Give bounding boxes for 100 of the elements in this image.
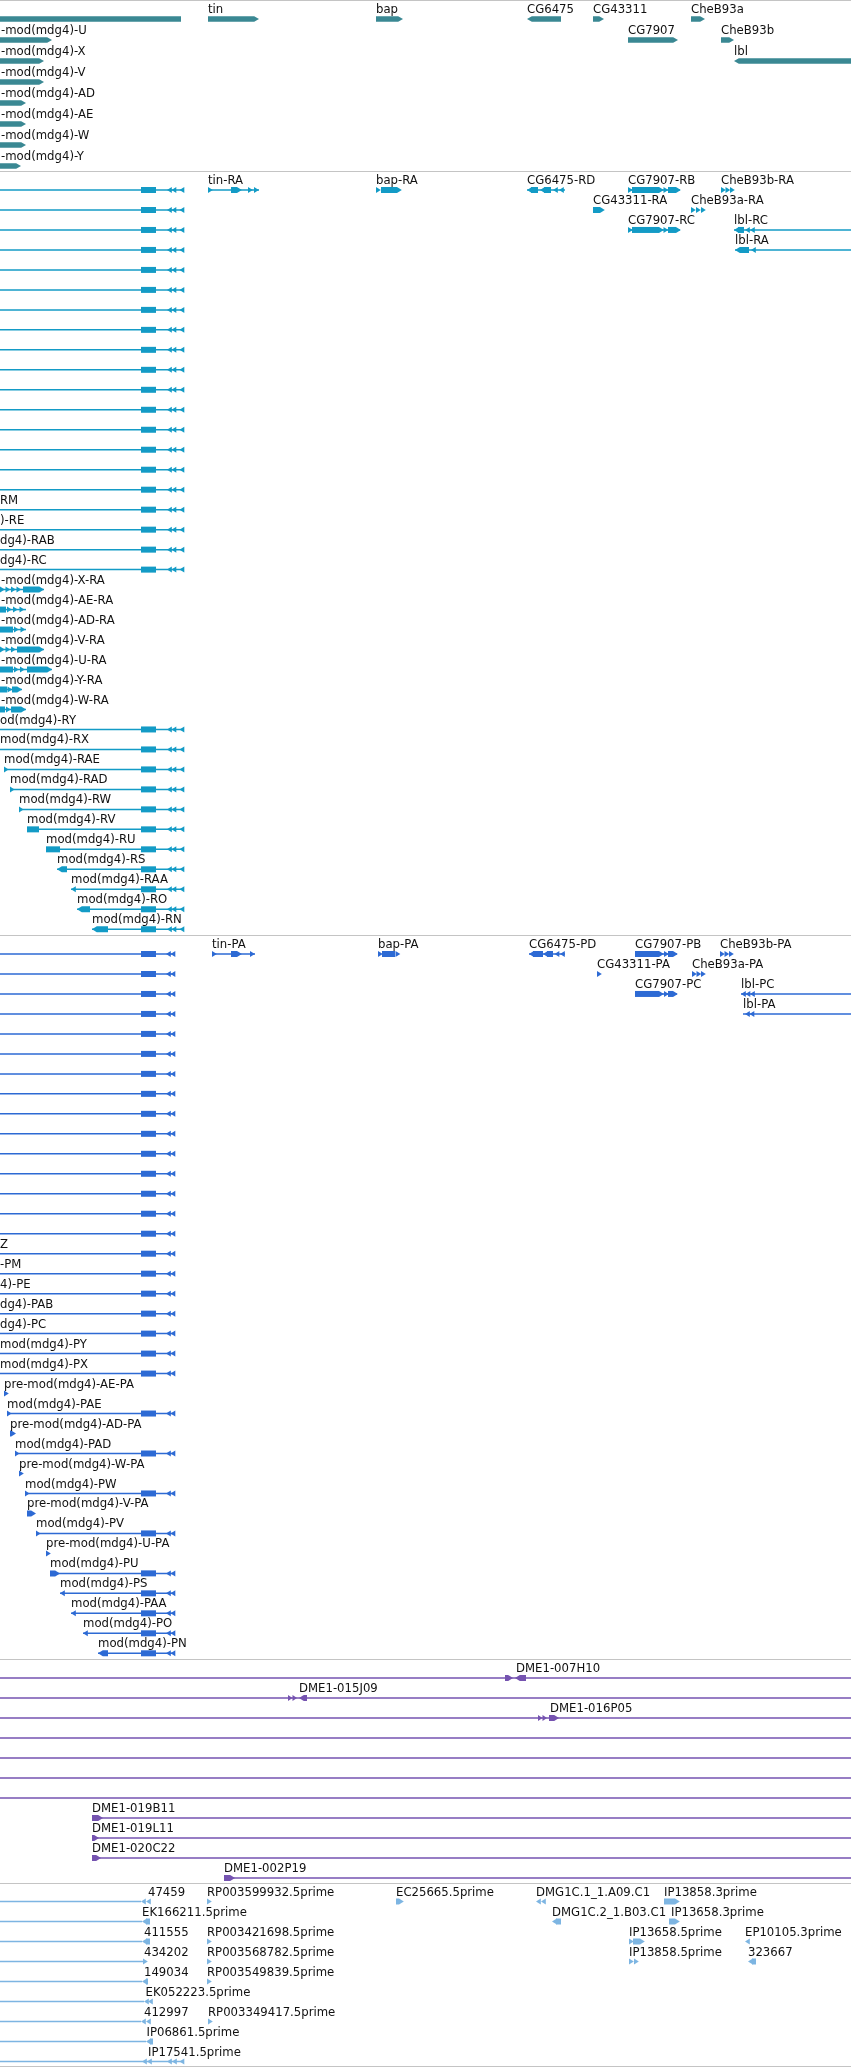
protein-feature[interactable] <box>7 1410 176 1417</box>
clone-feature[interactable] <box>92 1835 851 1841</box>
protein-feature[interactable] <box>60 1590 176 1597</box>
protein-feature[interactable] <box>46 1550 51 1557</box>
protein-feature[interactable] <box>19 1470 24 1477</box>
protein-feature[interactable] <box>743 1010 851 1017</box>
gene-bar[interactable] <box>0 121 26 127</box>
protein-feature[interactable] <box>0 990 176 997</box>
protein-feature[interactable] <box>0 1210 176 1217</box>
gene-bar[interactable] <box>0 79 44 85</box>
protein-feature[interactable] <box>692 971 706 977</box>
protein-feature[interactable] <box>50 1570 176 1577</box>
gene-bar[interactable] <box>0 58 44 64</box>
gene-bar[interactable] <box>376 16 403 22</box>
protein-feature[interactable] <box>0 1170 176 1177</box>
protein-feature[interactable] <box>0 1070 176 1077</box>
protein-feature[interactable] <box>0 1090 176 1097</box>
transcript-feature[interactable] <box>0 226 185 233</box>
transcript-feature[interactable] <box>0 406 185 413</box>
transcript-feature[interactable] <box>0 326 185 333</box>
protein-feature[interactable] <box>0 1030 176 1037</box>
protein-feature[interactable] <box>529 951 565 957</box>
transcript-feature[interactable] <box>0 586 44 593</box>
transcript-feature[interactable] <box>0 466 185 473</box>
protein-feature[interactable] <box>0 1370 176 1377</box>
transcript-feature[interactable] <box>0 546 185 553</box>
est-feature[interactable] <box>664 1898 680 1905</box>
est-feature[interactable] <box>0 1958 148 1965</box>
est-feature[interactable] <box>0 1978 148 1985</box>
est-feature[interactable] <box>0 2018 151 2025</box>
transcript-feature[interactable] <box>0 706 26 713</box>
clone-feature[interactable] <box>0 1695 851 1701</box>
gene-bar[interactable] <box>593 16 604 22</box>
transcript-feature[interactable] <box>735 246 851 253</box>
transcript-feature[interactable] <box>71 886 185 893</box>
transcript-feature[interactable] <box>0 666 52 673</box>
protein-feature[interactable] <box>10 1430 16 1437</box>
protein-feature[interactable] <box>15 1450 176 1457</box>
transcript-feature[interactable] <box>0 686 22 693</box>
protein-feature[interactable] <box>635 951 678 957</box>
clone-feature[interactable] <box>92 1815 851 1821</box>
transcript-feature[interactable] <box>0 386 185 393</box>
protein-feature[interactable] <box>0 971 176 977</box>
transcript-feature[interactable] <box>27 826 185 833</box>
transcript-feature[interactable] <box>0 207 185 213</box>
est-feature[interactable] <box>0 2058 185 2065</box>
transcript-feature[interactable] <box>46 846 185 853</box>
protein-feature[interactable] <box>0 1350 176 1357</box>
transcript-feature[interactable] <box>0 486 185 493</box>
transcript-feature[interactable] <box>376 187 402 193</box>
transcript-feature[interactable] <box>0 446 185 453</box>
gene-bar[interactable] <box>691 16 705 22</box>
est-feature[interactable] <box>207 1978 212 1985</box>
transcript-feature[interactable] <box>0 566 185 573</box>
est-feature[interactable] <box>552 1918 561 1925</box>
protein-feature[interactable] <box>0 1150 176 1157</box>
est-feature[interactable] <box>207 1938 212 1945</box>
protein-feature[interactable] <box>27 1510 36 1517</box>
transcript-feature[interactable] <box>628 226 681 233</box>
gene-bar[interactable] <box>0 100 26 106</box>
transcript-feature[interactable] <box>0 526 185 533</box>
transcript-feature[interactable] <box>0 646 44 653</box>
est-feature[interactable] <box>629 1938 645 1945</box>
transcript-feature[interactable] <box>0 266 185 273</box>
protein-feature[interactable] <box>25 1490 176 1497</box>
protein-feature[interactable] <box>0 1130 176 1137</box>
transcript-feature[interactable] <box>0 306 185 313</box>
transcript-feature[interactable] <box>0 426 185 433</box>
protein-feature[interactable] <box>741 990 851 997</box>
transcript-feature[interactable] <box>19 806 185 813</box>
est-feature[interactable] <box>0 1918 150 1925</box>
clone-feature[interactable] <box>0 1715 851 1721</box>
protein-feature[interactable] <box>4 1390 9 1397</box>
protein-feature[interactable] <box>71 1610 176 1617</box>
transcript-feature[interactable] <box>0 346 185 353</box>
gene-bar[interactable] <box>208 16 259 22</box>
protein-feature[interactable] <box>0 1230 176 1237</box>
transcript-feature[interactable] <box>208 187 259 193</box>
est-feature[interactable] <box>0 1898 151 1905</box>
protein-feature[interactable] <box>36 1530 176 1537</box>
est-feature[interactable] <box>745 1938 750 1945</box>
est-feature[interactable] <box>207 1898 212 1905</box>
protein-feature[interactable] <box>83 1630 176 1637</box>
est-feature[interactable] <box>207 1958 212 1965</box>
transcript-feature[interactable] <box>0 366 185 373</box>
protein-feature[interactable] <box>0 1330 176 1337</box>
protein-feature[interactable] <box>212 951 255 957</box>
clone-feature[interactable] <box>224 1875 851 1881</box>
protein-feature[interactable] <box>0 1290 176 1297</box>
gene-bar[interactable] <box>0 142 26 148</box>
transcript-feature[interactable] <box>0 286 185 293</box>
est-feature[interactable] <box>396 1898 404 1905</box>
gene-bar[interactable] <box>527 16 561 22</box>
transcript-feature[interactable] <box>0 626 26 633</box>
transcript-feature[interactable] <box>0 606 26 613</box>
est-feature[interactable] <box>0 2038 153 2045</box>
protein-feature[interactable] <box>597 971 602 977</box>
protein-feature[interactable] <box>378 951 401 957</box>
transcript-feature[interactable] <box>4 766 185 773</box>
est-feature[interactable] <box>0 1938 150 1945</box>
